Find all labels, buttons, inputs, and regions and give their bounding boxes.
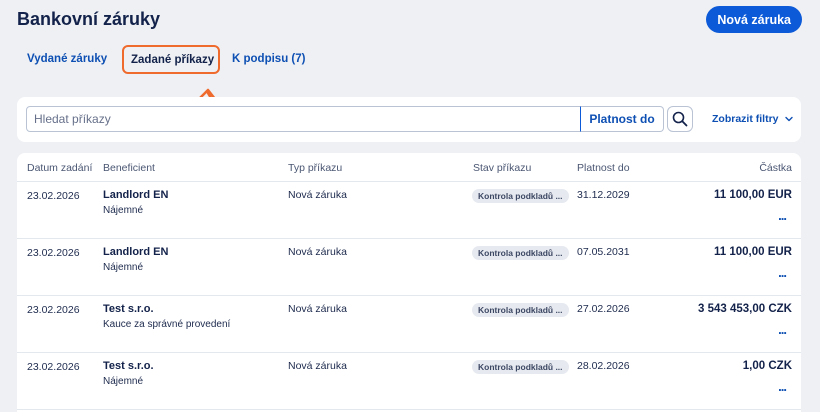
status-badge: Kontrola podkladů ... (472, 360, 569, 374)
row-valid-until: 28.02.2026 (577, 360, 630, 372)
row-amount: 3 543 453,00 CZK (698, 303, 792, 315)
status-badge: Kontrola podkladů ... (472, 246, 569, 260)
row-date: 23.02.2026 (27, 361, 80, 373)
row-amount: 11 100,00 EUR (713, 189, 792, 201)
row-more-actions-button[interactable]: ... (778, 379, 787, 394)
row-valid-until: 27.02.2026 (577, 303, 630, 315)
search-input[interactable] (26, 106, 581, 132)
column-header-valid-until[interactable]: Platnost do (577, 162, 630, 174)
filter-bar: Platnost do Zobrazit filtry (17, 97, 801, 142)
table-row[interactable]: 23.02.2026 Landlord EN Nájemné Nová záru… (17, 182, 801, 239)
table-row[interactable]: 23.02.2026 Test s.r.o. Nájemné Nová záru… (17, 353, 801, 410)
column-header-status[interactable]: Stav příkazu (473, 162, 531, 174)
row-beneficiary: Landlord EN (103, 189, 169, 201)
column-header-type[interactable]: Typ příkazu (288, 162, 342, 174)
new-guarantee-button[interactable]: Nová záruka (706, 6, 802, 33)
column-header-beneficiary[interactable]: Beneficient (103, 162, 155, 174)
row-purpose: Kauce za správné provedení (103, 319, 231, 330)
status-badge: Kontrola podkladů ... (472, 189, 569, 203)
tab-issued-guarantees[interactable]: Vydané záruky (27, 45, 107, 73)
row-date: 23.02.2026 (27, 304, 80, 316)
row-more-actions-button[interactable]: ... (778, 208, 787, 223)
table-header: Datum zadání Beneficient Typ příkazu Sta… (17, 153, 801, 182)
tab-to-sign[interactable]: K podpisu (7) (232, 45, 305, 73)
row-beneficiary: Test s.r.o. (103, 303, 154, 315)
row-type: Nová záruka (288, 246, 347, 258)
search-icon (672, 111, 688, 127)
table-row[interactable]: 23.02.2026 Landlord EN Nájemné Nová záru… (17, 239, 801, 296)
validity-filter-button[interactable]: Platnost do (580, 106, 664, 132)
row-date: 23.02.2026 (27, 247, 80, 259)
chevron-down-icon (784, 116, 793, 122)
row-type: Nová záruka (288, 189, 347, 201)
status-badge: Kontrola podkladů ... (472, 303, 569, 317)
show-filters-toggle[interactable]: Zobrazit filtry (712, 106, 793, 132)
row-beneficiary: Landlord EN (103, 246, 169, 258)
row-more-actions-button[interactable]: ... (778, 322, 787, 337)
table-row[interactable]: 23.02.2026 Test s.r.o. Kauce za správné … (17, 296, 801, 353)
row-beneficiary: Test s.r.o. (103, 360, 154, 372)
row-purpose: Nájemné (103, 205, 144, 216)
row-purpose: Nájemné (103, 376, 144, 387)
show-filters-label: Zobrazit filtry (712, 113, 779, 125)
row-amount: 11 100,00 EUR (713, 246, 792, 258)
column-header-date[interactable]: Datum zadání (27, 162, 92, 174)
row-more-actions-button[interactable]: ... (778, 265, 787, 280)
row-type: Nová záruka (288, 303, 347, 315)
row-amount: 1,00 CZK (742, 360, 792, 372)
search-button[interactable] (667, 106, 693, 132)
row-type: Nová záruka (288, 360, 347, 372)
row-valid-until: 31.12.2029 (577, 189, 630, 201)
row-valid-until: 07.05.2031 (577, 246, 630, 258)
column-header-amount[interactable]: Částka (759, 162, 792, 174)
orders-table: Datum zadání Beneficient Typ příkazu Sta… (17, 153, 801, 412)
row-purpose: Nájemné (103, 262, 144, 273)
page-title: Bankovní záruky (17, 9, 161, 29)
row-date: 23.02.2026 (27, 190, 80, 202)
tab-submitted-orders[interactable]: Zadané příkazy (122, 45, 220, 74)
